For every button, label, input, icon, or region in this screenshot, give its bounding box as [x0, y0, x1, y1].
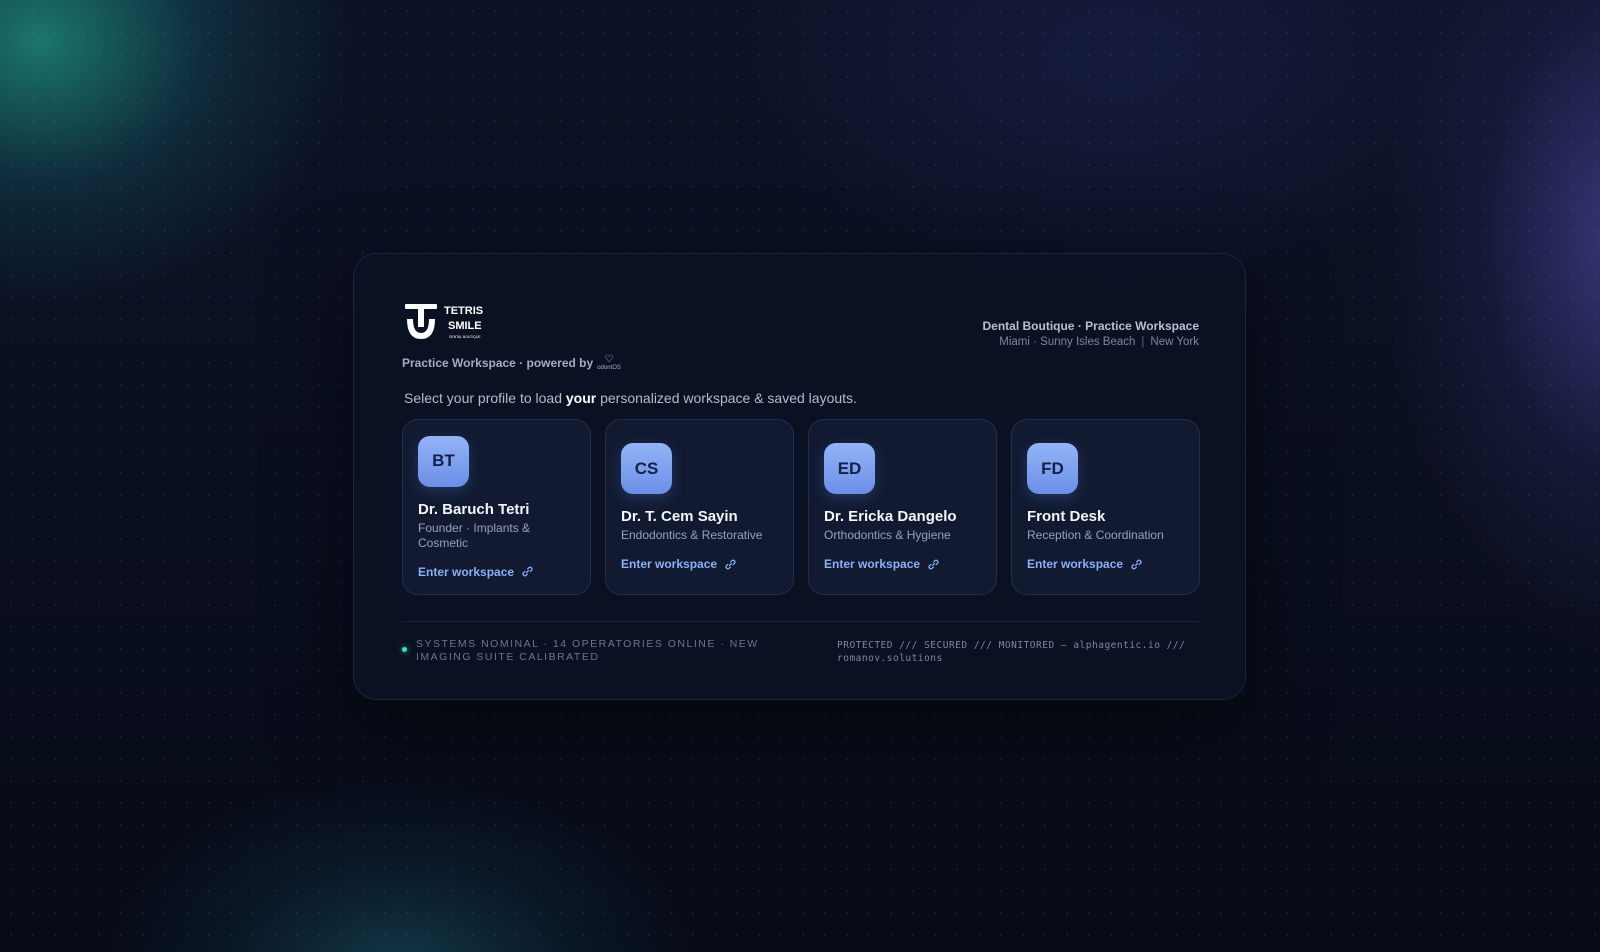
profile-cards: BT Dr. Baruch Tetri Founder · Implants &… [402, 419, 1201, 595]
prompt-before: Select your profile to load [404, 390, 562, 406]
profile-name: Dr. Ericka Dangelo [824, 508, 957, 525]
enter-workspace-link[interactable]: Enter workspace [621, 557, 781, 571]
system-status: SYSTEMS NOMINAL · 14 OPERATORIES ONLINE … [402, 638, 782, 664]
odontos-wordmark: odontOS [597, 365, 621, 371]
link-icon [725, 559, 736, 570]
prompt-after: personalized workspace & saved layouts. [600, 390, 857, 406]
enter-workspace-label: Enter workspace [1027, 557, 1124, 571]
practice-info: Dental Boutique · Practice Workspace Mia… [982, 319, 1199, 348]
avatar: FD [1027, 443, 1078, 494]
enter-workspace-link[interactable]: Enter workspace [824, 557, 984, 571]
logo-line2: SMILE [448, 320, 482, 332]
location-secondary: New York [1150, 336, 1199, 348]
avatar: BT [418, 435, 469, 487]
system-status-text: SYSTEMS NOMINAL · 14 OPERATORIES ONLINE … [416, 638, 759, 663]
profile-role: Orthodontics & Hygiene [824, 528, 951, 542]
prompt-emphasis: your [565, 390, 597, 406]
profile-name: Front Desk [1027, 508, 1106, 525]
enter-workspace-label: Enter workspace [621, 557, 718, 571]
enter-workspace-link[interactable]: Enter workspace [1027, 557, 1187, 571]
security-notice: PROTECTED /// SECURED /// MONITORED — al… [837, 640, 1186, 664]
enter-workspace-label: Enter workspace [824, 557, 921, 571]
practice-title: Dental Boutique · Practice Workspace [982, 319, 1199, 333]
tooth-heart-icon: ♡ [604, 354, 614, 365]
logo-line1: TETRIS [444, 305, 483, 317]
profile-prompt: Select your profile to load your persona… [404, 390, 857, 406]
avatar: ED [824, 443, 875, 494]
enter-workspace-link[interactable]: Enter workspace [418, 565, 578, 579]
profile-card-cem-sayin[interactable]: CS Dr. T. Cem Sayin Endodontics & Restor… [605, 419, 794, 595]
profile-card-ericka-dangelo[interactable]: ED Dr. Ericka Dangelo Orthodontics & Hyg… [808, 419, 997, 595]
location-primary: Miami · Sunny Isles Beach [999, 336, 1136, 348]
status-online-dot [402, 647, 407, 652]
link-icon [928, 559, 939, 570]
enter-workspace-label: Enter workspace [418, 564, 515, 579]
link-icon [1131, 559, 1142, 570]
profile-name: Dr. Baruch Tetri [418, 500, 530, 518]
odontos-logo: ♡ odontOS [597, 354, 621, 372]
profile-role: Endodontics & Restorative [621, 528, 763, 542]
powered-by-text: Practice Workspace · powered by [402, 356, 594, 370]
profile-selector-panel: TETRIS SMILE DENTAL BOUTIQUE Practice Wo… [353, 253, 1246, 700]
location-separator: | [1141, 336, 1145, 348]
footer-divider [402, 621, 1199, 622]
logo-tagline: DENTAL BOUTIQUE [449, 335, 481, 339]
profile-name: Dr. T. Cem Sayin [621, 508, 738, 525]
profile-card-baruch-tetri[interactable]: BT Dr. Baruch Tetri Founder · Implants &… [402, 419, 591, 595]
profile-role: Reception & Coordination [1027, 528, 1164, 542]
profile-card-front-desk[interactable]: FD Front Desk Reception & Coordination E… [1011, 419, 1200, 595]
profile-role: Founder · Implants & Cosmetic [418, 520, 531, 550]
powered-by-line: Practice Workspace · powered by ♡ odontO… [402, 354, 621, 372]
avatar: CS [621, 443, 672, 494]
practice-locations: Miami · Sunny Isles Beach | New York [982, 336, 1199, 348]
link-icon [522, 566, 533, 577]
tetris-smile-logo: TETRIS SMILE DENTAL BOUTIQUE [405, 304, 495, 340]
